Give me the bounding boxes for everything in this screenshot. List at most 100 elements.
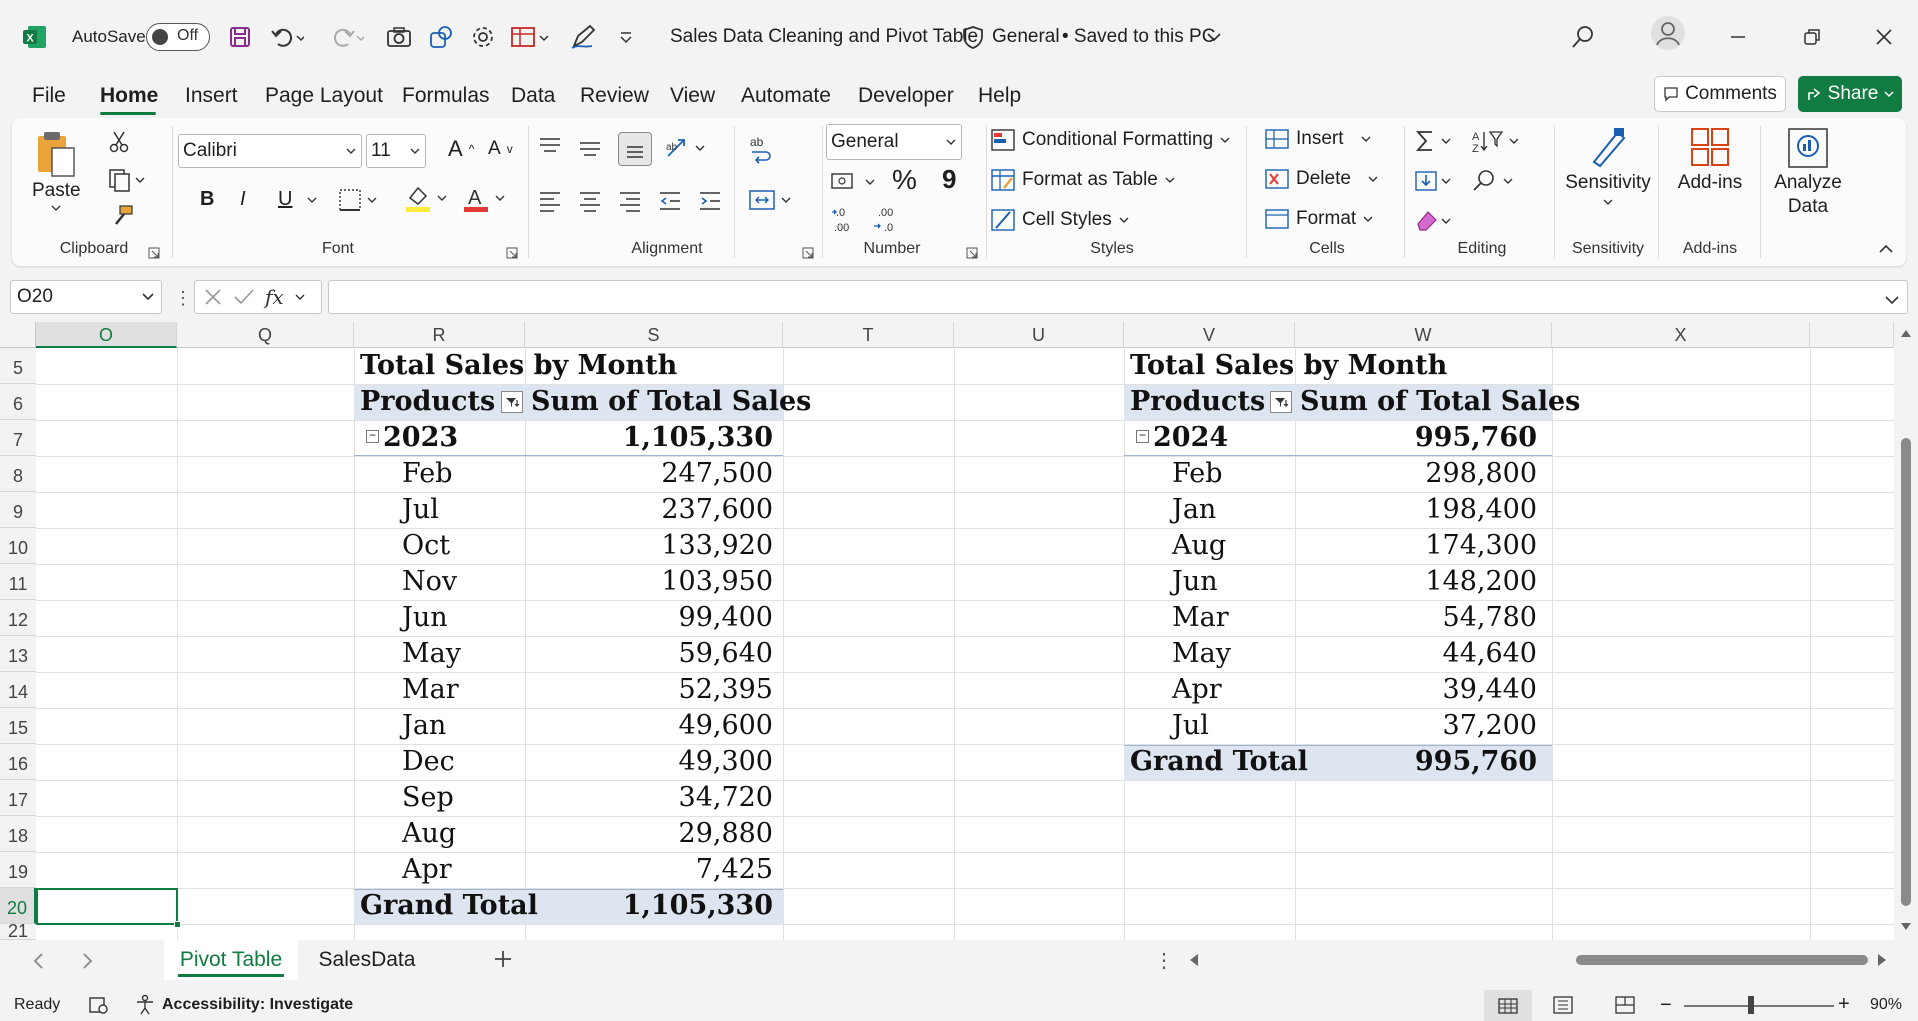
row-header-6[interactable]: 6 bbox=[0, 384, 36, 420]
share-button[interactable]: Share bbox=[1798, 76, 1902, 112]
row-header-8[interactable]: 8 bbox=[0, 456, 36, 492]
vertical-scroll-thumb[interactable] bbox=[1901, 438, 1911, 906]
row-header-21[interactable]: 21 bbox=[0, 924, 36, 940]
row-header-16[interactable]: 16 bbox=[0, 744, 36, 780]
row-header-14[interactable]: 14 bbox=[0, 672, 36, 708]
collapse-group-icon[interactable]: − bbox=[366, 429, 379, 443]
tab-help[interactable]: Help bbox=[978, 84, 1021, 108]
autosum-icon[interactable] bbox=[1414, 128, 1462, 154]
align-center-icon[interactable] bbox=[578, 190, 602, 212]
bold-button[interactable]: B bbox=[200, 188, 214, 211]
format-painter-icon[interactable] bbox=[110, 204, 134, 228]
font-name-select[interactable]: Calibri bbox=[178, 134, 362, 168]
column-header-t[interactable]: T bbox=[783, 322, 954, 348]
italic-button[interactable]: I bbox=[240, 188, 246, 211]
row-header-18[interactable]: 18 bbox=[0, 816, 36, 852]
select-all-corner[interactable] bbox=[0, 322, 36, 348]
row-header-15[interactable]: 15 bbox=[0, 708, 36, 744]
row-header-13[interactable]: 13 bbox=[0, 636, 36, 672]
filter-dropdown-icon[interactable] bbox=[1270, 391, 1292, 413]
column-header-x[interactable]: X bbox=[1552, 322, 1810, 348]
font-launcher-icon[interactable] bbox=[506, 246, 518, 264]
row-header-20[interactable]: 20 bbox=[0, 888, 36, 924]
tab-home[interactable]: Home bbox=[100, 84, 158, 108]
collapse-group-icon[interactable]: − bbox=[1136, 429, 1149, 443]
font-size-select[interactable]: 11 bbox=[366, 134, 426, 168]
add-sheet-icon[interactable] bbox=[492, 948, 514, 975]
page-break-view-icon[interactable] bbox=[1614, 996, 1636, 1019]
collapse-ribbon-icon[interactable] bbox=[1878, 242, 1894, 260]
accessibility-checker[interactable]: Accessibility: Investigate bbox=[134, 994, 353, 1016]
column-header-q[interactable]: Q bbox=[177, 322, 354, 348]
font-color-icon[interactable]: A bbox=[462, 184, 508, 214]
tab-file[interactable]: File bbox=[32, 84, 66, 108]
column-header-o[interactable]: O bbox=[36, 322, 177, 348]
chevron-right-icon[interactable] bbox=[80, 952, 94, 975]
formula-input[interactable] bbox=[328, 280, 1908, 314]
avatar[interactable] bbox=[1650, 16, 1686, 50]
horizontal-scroll-thumb[interactable] bbox=[1576, 955, 1868, 965]
zoom-slider[interactable] bbox=[1684, 1005, 1834, 1007]
selected-cell-o20[interactable] bbox=[36, 888, 178, 925]
row-header-11[interactable]: 11 bbox=[0, 564, 36, 600]
clear-icon[interactable] bbox=[1414, 208, 1462, 234]
pen-icon[interactable] bbox=[570, 20, 598, 54]
accounting-format-icon[interactable] bbox=[830, 170, 882, 194]
format-as-table-button[interactable]: Format as Table bbox=[990, 168, 1176, 192]
increase-font-icon[interactable]: A ^ bbox=[448, 136, 474, 162]
shapes-icon[interactable] bbox=[428, 20, 454, 54]
percent-button[interactable]: % bbox=[892, 164, 917, 196]
enter-icon[interactable] bbox=[233, 287, 255, 307]
row-header-5[interactable]: 5 bbox=[0, 348, 36, 384]
row-header-19[interactable]: 19 bbox=[0, 852, 36, 888]
row-header-17[interactable]: 17 bbox=[0, 780, 36, 816]
tab-insert[interactable]: Insert bbox=[185, 84, 238, 108]
copy-icon[interactable] bbox=[108, 168, 146, 192]
chevron-down-icon[interactable] bbox=[1206, 20, 1222, 54]
zoom-slider-thumb[interactable] bbox=[1748, 996, 1754, 1014]
tab-view[interactable]: View bbox=[670, 84, 715, 108]
row-header-9[interactable]: 9 bbox=[0, 492, 36, 528]
tab-page-layout[interactable]: Page Layout bbox=[265, 84, 383, 108]
sensitivity-shield-icon[interactable] bbox=[962, 20, 984, 54]
align-right-icon[interactable] bbox=[618, 190, 642, 212]
underline-dropdown-icon[interactable] bbox=[306, 196, 318, 204]
scroll-up-icon[interactable] bbox=[1900, 328, 1912, 338]
more-options-icon[interactable]: ⋮ bbox=[174, 288, 192, 309]
decrease-decimal-icon[interactable]: .00.0 bbox=[872, 206, 904, 234]
sort-filter-icon[interactable]: AZ bbox=[1470, 128, 1524, 154]
tab-formulas[interactable]: Formulas bbox=[402, 84, 490, 108]
addins-button[interactable]: Add-ins bbox=[1664, 126, 1756, 194]
tab-review[interactable]: Review bbox=[580, 84, 649, 108]
decrease-indent-icon[interactable] bbox=[658, 190, 682, 212]
alignment-launcher-icon[interactable] bbox=[802, 246, 814, 264]
fill-color-icon[interactable] bbox=[404, 184, 450, 214]
comments-button[interactable]: Comments bbox=[1654, 76, 1786, 112]
cancel-icon[interactable] bbox=[203, 287, 223, 307]
tab-automate[interactable]: Automate bbox=[741, 84, 831, 108]
scroll-right-icon[interactable] bbox=[1876, 953, 1888, 967]
insert-cells-button[interactable]: Insert bbox=[1264, 128, 1372, 150]
find-select-icon[interactable] bbox=[1470, 168, 1524, 194]
chevron-left-icon[interactable] bbox=[32, 952, 46, 975]
zoom-level[interactable]: 90% bbox=[1870, 996, 1902, 1014]
format-cells-button[interactable]: Format bbox=[1264, 208, 1374, 230]
row-header-10[interactable]: 10 bbox=[0, 528, 36, 564]
autosave-toggle[interactable]: Off bbox=[146, 20, 210, 54]
paste-button[interactable]: Paste bbox=[32, 130, 81, 212]
zoom-in-icon[interactable]: + bbox=[1838, 993, 1850, 1016]
column-header-u[interactable]: U bbox=[954, 322, 1124, 348]
insert-function-button[interactable]: fx bbox=[265, 285, 284, 309]
filter-dropdown-icon[interactable] bbox=[501, 391, 523, 413]
minimize-icon[interactable] bbox=[1728, 20, 1748, 54]
row-header-7[interactable]: 7 bbox=[0, 420, 36, 456]
conditional-formatting-button[interactable]: Conditional Formatting bbox=[990, 128, 1231, 152]
worksheet-grid[interactable]: O Q R S T U V W X 5 6 7 8 9 10 11 12 13 … bbox=[0, 322, 1918, 940]
cut-icon[interactable] bbox=[108, 130, 130, 154]
close-icon[interactable] bbox=[1874, 20, 1894, 54]
restore-icon[interactable] bbox=[1802, 20, 1822, 54]
underline-button[interactable]: U bbox=[278, 188, 292, 211]
align-middle-icon[interactable] bbox=[578, 136, 602, 160]
normal-view-icon[interactable] bbox=[1484, 990, 1532, 1021]
sheet-options-icon[interactable]: ⋮ bbox=[1154, 948, 1174, 973]
